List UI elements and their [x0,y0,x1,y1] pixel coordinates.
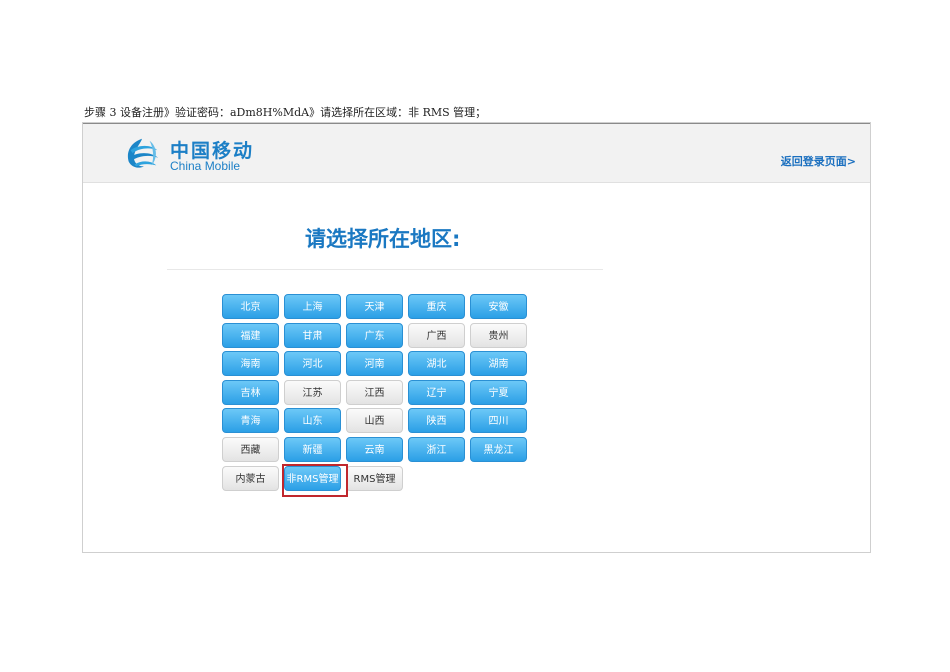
region-button[interactable]: 安徽 [470,294,527,319]
region-button[interactable]: 湖北 [408,351,465,377]
region-button[interactable]: 青海 [222,408,279,434]
region-button[interactable]: 重庆 [408,294,465,319]
region-button[interactable]: 海南 [222,351,279,377]
region-button[interactable]: 江苏 [284,379,341,405]
region-button[interactable]: 内蒙古 [222,465,279,491]
region-button[interactable]: 四川 [470,408,527,434]
region-button[interactable]: 西藏 [222,437,279,462]
region-button[interactable]: 贵州 [470,322,527,348]
region-button[interactable]: 河北 [284,351,341,377]
header-bar: 中国移动 China Mobile 返回登录页面> [83,123,870,183]
region-button[interactable]: 北京 [222,294,279,319]
region-button[interactable]: 天津 [346,294,403,319]
page-title: 请选择所在地区: [305,227,461,251]
brand-name-en: China Mobile [170,159,241,173]
region-button[interactable]: 河南 [346,351,403,377]
region-button[interactable]: 辽宁 [408,379,465,405]
region-button[interactable]: 广西 [408,322,465,348]
region-button[interactable]: 吉林 [222,379,279,405]
region-button[interactable]: RMS管理 [346,465,403,491]
region-button[interactable]: 湖南 [470,351,527,377]
region-button[interactable]: 宁夏 [470,379,527,405]
region-button[interactable]: 黑龙江 [470,437,527,462]
brand-logo: 中国移动 China Mobile [123,134,263,174]
region-button[interactable]: 上海 [284,294,341,319]
region-button[interactable]: 新疆 [284,437,341,462]
region-button[interactable]: 浙江 [408,437,465,462]
region-button[interactable]: 云南 [346,437,403,462]
region-button[interactable]: 江西 [346,379,403,405]
region-button[interactable]: 山东 [284,408,341,434]
region-button[interactable]: 山西 [346,408,403,434]
region-button[interactable]: 陕西 [408,408,465,434]
step-caption: 步骤 3 设备注册》验证密码：aDm8H%MdA》请选择所在区域：非 RMS 管… [84,106,487,119]
region-button[interactable]: 广东 [346,322,403,348]
region-button[interactable]: 福建 [222,322,279,348]
app-window: 中国移动 China Mobile 返回登录页面> 请选择所在地区: RMS管理… [82,122,871,553]
region-button[interactable]: 非RMS管理 [284,465,341,491]
title-divider [167,269,603,270]
china-mobile-logo-icon [127,138,159,168]
region-button[interactable]: 甘肃 [284,322,341,348]
back-to-login-link[interactable]: 返回登录页面> [781,153,856,169]
